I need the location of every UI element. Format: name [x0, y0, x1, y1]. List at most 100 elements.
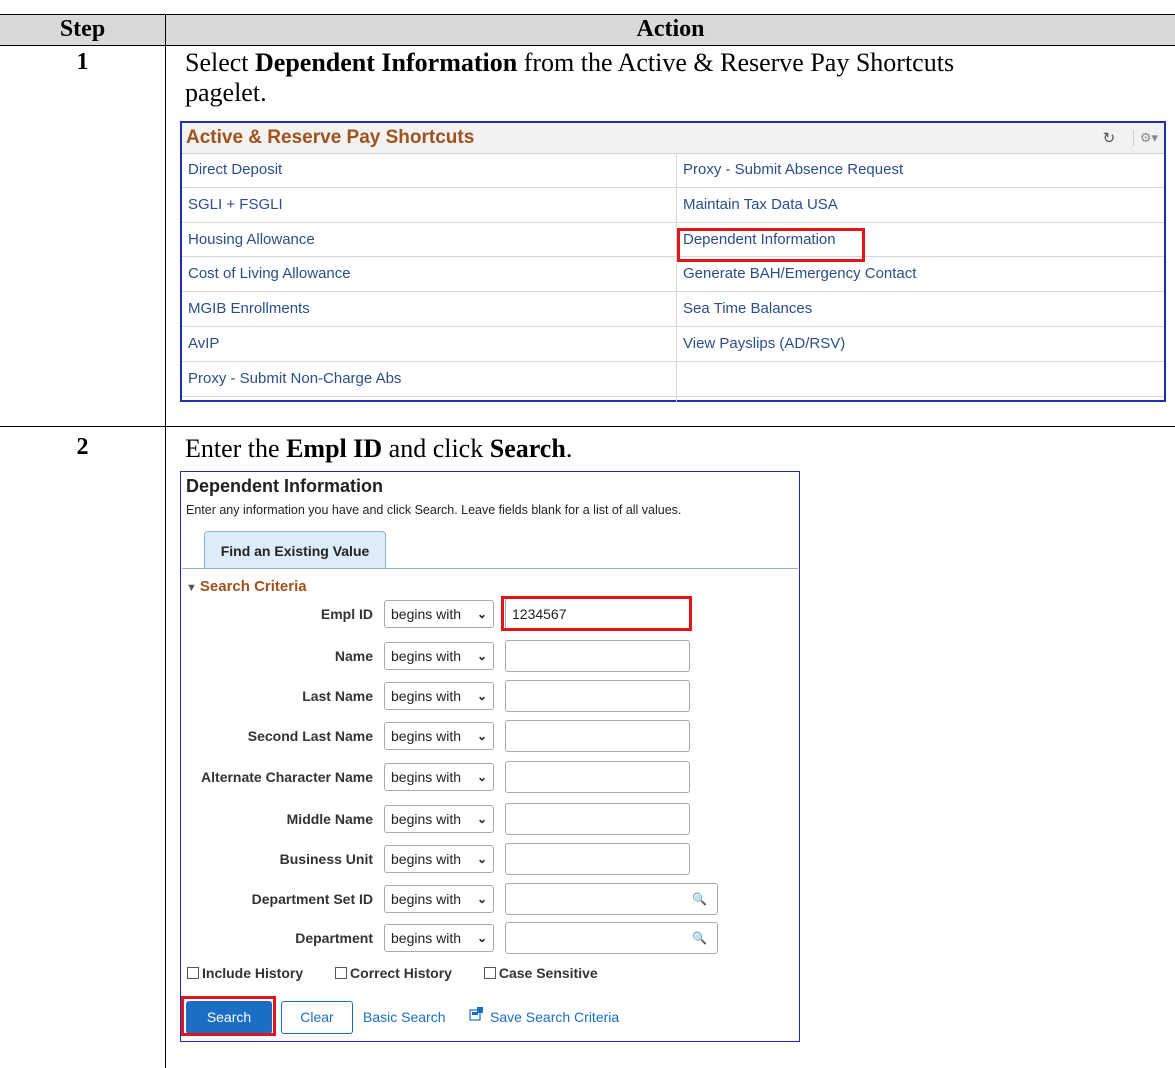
checkbox-box[interactable] [187, 967, 199, 979]
pagelet-header: Active & Reserve Pay Shortcuts ↻ ⚙▾ [182, 123, 1164, 154]
shortcut-link[interactable]: Maintain Tax Data USA [677, 188, 1164, 223]
panel-subtitle: Enter any information you have and click… [186, 503, 682, 517]
field-label: Department Set ID [251, 891, 373, 907]
chevron-down-icon: ⌄ [476, 812, 487, 826]
search-field-input[interactable] [505, 803, 690, 835]
shortcut-link[interactable]: AvIP [182, 327, 676, 362]
chevron-down-icon: ⌄ [476, 852, 487, 866]
collapse-triangle-icon: ▼ [186, 582, 197, 594]
step2-instruction: Enter the Empl ID and click Search. [185, 434, 1165, 464]
refresh-icon[interactable]: ↻ [1103, 129, 1116, 147]
shortcut-link[interactable]: Housing Allowance [182, 223, 676, 258]
operator-select[interactable]: begins with ⌄ [384, 722, 494, 750]
checkbox-row: Include History Correct History Case Sen… [187, 965, 626, 981]
highlight-dependent-information [677, 228, 865, 262]
field-label: Middle Name [286, 811, 373, 827]
panel-title: Dependent Information [186, 476, 383, 496]
shortcut-link[interactable]: Proxy - Submit Absence Request [677, 153, 1164, 188]
operator-select[interactable]: begins with ⌄ [384, 805, 494, 833]
checkbox-label: Include History [202, 965, 304, 981]
checkbox-label: Correct History [350, 965, 452, 981]
operator-select[interactable]: begins with ⌄ [384, 642, 494, 670]
operator-select[interactable]: begins with ⌄ [384, 682, 494, 710]
search-criteria-heading[interactable]: ▼ Search Criteria [186, 578, 307, 595]
tab-find-existing-value[interactable]: Find an Existing Value [204, 531, 386, 569]
operator-select[interactable]: begins with ⌄ [384, 600, 494, 628]
lookup-search-icon[interactable]: 🔍 [692, 884, 707, 914]
shortcut-link[interactable]: Sea Time Balances [677, 292, 1164, 327]
step1-instruction: Select Dependent Information from the Ac… [185, 48, 1165, 108]
highlight-search-button [181, 996, 276, 1036]
clear-button[interactable]: Clear [281, 1001, 353, 1034]
instruction-text: Select [185, 48, 256, 77]
chevron-down-icon: ⌄ [476, 689, 487, 703]
search-field-input[interactable] [505, 680, 690, 712]
header-action: Action [636, 16, 705, 42]
operator-value: begins with [391, 769, 462, 785]
search-field-input[interactable]: 🔍 [505, 922, 718, 954]
shortcut-link[interactable]: Proxy - Submit Non-Charge Abs [182, 362, 676, 397]
operator-select[interactable]: begins with ⌄ [384, 845, 494, 873]
instruction-text: and click [382, 434, 490, 463]
step-number-2: 2 [76, 434, 89, 460]
correct-history-checkbox[interactable]: Correct History [335, 965, 466, 981]
basic-search-link[interactable]: Basic Search [363, 1009, 445, 1025]
search-field-input[interactable] [505, 720, 690, 752]
step-number-1: 1 [76, 49, 89, 75]
tab-underline [182, 568, 798, 569]
search-field-input[interactable] [505, 761, 690, 793]
include-history-checkbox[interactable]: Include History [187, 965, 317, 981]
search-panel: Dependent Information Enter any informat… [180, 471, 800, 1042]
shortcut-link[interactable]: Cost of Living Allowance [182, 257, 676, 293]
case-sensitive-checkbox[interactable]: Case Sensitive [483, 965, 612, 981]
document-page: Step Action 1 Select Dependent Informati… [0, 0, 1175, 1068]
save-search-icon[interactable] [469, 1007, 483, 1021]
criteria-label: Search Criteria [199, 578, 307, 595]
lookup-search-icon[interactable]: 🔍 [692, 923, 707, 953]
operator-select[interactable]: begins with ⌄ [384, 763, 494, 791]
search-field-input[interactable]: 🔍 [505, 883, 718, 915]
operator-select[interactable]: begins with ⌄ [384, 924, 494, 952]
search-field-input[interactable] [505, 843, 690, 875]
operator-value: begins with [391, 851, 462, 867]
instruction-bold: Dependent Information [255, 48, 518, 77]
field-label: Department [295, 930, 373, 946]
chevron-down-icon: ⌄ [476, 729, 487, 743]
checkbox-box[interactable] [335, 967, 348, 979]
instruction-text: from the Active & Reserve Pay Shortcuts [517, 48, 955, 77]
gear-menu-icon[interactable]: ⚙▾ [1132, 130, 1158, 146]
save-search-criteria-link[interactable]: Save Search Criteria [490, 1009, 619, 1025]
field-label: Empl ID [320, 606, 373, 622]
header-step: Step [59, 16, 106, 42]
chevron-down-icon: ⌄ [476, 931, 487, 945]
operator-value: begins with [391, 811, 462, 827]
column-divider [165, 14, 166, 1068]
field-label: Name [334, 648, 373, 664]
operator-value: begins with [391, 891, 462, 907]
operator-value: begins with [391, 930, 462, 946]
operator-value: begins with [391, 606, 462, 622]
shortcut-link[interactable]: View Payslips (AD/RSV) [677, 327, 1164, 362]
chevron-down-icon: ⌄ [476, 607, 487, 621]
shortcut-link[interactable]: Generate BAH/Emergency Contact [677, 257, 1164, 293]
search-field-input[interactable] [505, 640, 690, 672]
field-label: Business Unit [279, 851, 373, 867]
operator-select[interactable]: begins with ⌄ [384, 885, 494, 913]
field-label: Last Name [302, 688, 373, 704]
row-divider [0, 426, 1175, 427]
checkbox-box[interactable] [483, 967, 496, 979]
pagelet-title: Active & Reserve Pay Shortcuts [186, 127, 475, 148]
checkbox-label: Case Sensitive [498, 965, 598, 981]
operator-value: begins with [391, 648, 462, 664]
shortcut-link[interactable]: SGLI + FSGLI [182, 188, 676, 223]
operator-value: begins with [391, 728, 462, 744]
chevron-down-icon: ⌄ [476, 770, 487, 784]
operator-value: begins with [391, 688, 462, 704]
shortcut-link[interactable]: MGIB Enrollments [182, 292, 676, 327]
field-label: Second Last Name [247, 728, 373, 744]
instruction-text: Enter the [185, 434, 287, 463]
shortcut-link[interactable]: Direct Deposit [182, 153, 676, 188]
instruction-text: pagelet. [185, 78, 267, 107]
instruction-bold: Empl ID [286, 434, 383, 463]
chevron-down-icon: ⌄ [476, 649, 487, 663]
